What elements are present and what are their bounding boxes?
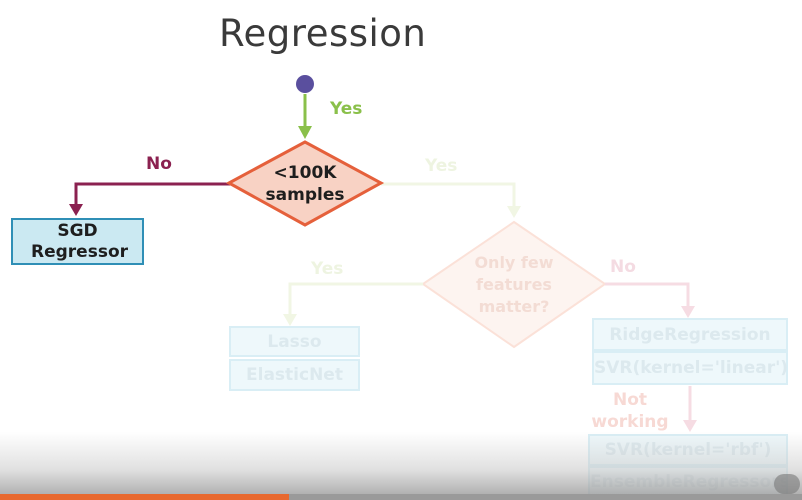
- svr-linear-box: SVR(kernel='linear'): [592, 351, 788, 385]
- svr-rbf-label: SVR(kernel='rbf'): [604, 440, 772, 460]
- player-corner-button[interactable]: [774, 474, 800, 494]
- sgd-regressor-box: SGD Regressor: [11, 218, 144, 265]
- video-progress-fill: [0, 494, 289, 500]
- connector-decision2-no: [605, 282, 690, 308]
- edge-label-decision1-no: No: [146, 154, 172, 174]
- decision1-label: <100K samples: [265, 163, 345, 205]
- ridge-regression-box: RidgeRegression: [592, 318, 788, 351]
- edge-label-decision2-no: No: [610, 257, 636, 277]
- elasticnet-label: ElasticNet: [246, 365, 343, 385]
- sgd-regressor-label: SGD Regressor: [31, 221, 129, 262]
- edge-label-decision1-yes: Yes: [425, 156, 458, 176]
- connector-decision1-no: [74, 182, 231, 206]
- edge-label-not-working: Not working: [591, 390, 669, 432]
- arrowhead-no: [69, 204, 83, 216]
- svr-linear-label: SVR(kernel='linear'): [594, 358, 789, 378]
- arrowhead-d2-yes: [283, 314, 297, 326]
- arrowhead-not-working: [683, 420, 697, 432]
- elasticnet-box: ElasticNet: [229, 359, 360, 391]
- arrowhead-start: [298, 126, 312, 139]
- start-node: [296, 75, 314, 93]
- lasso-box: Lasso: [229, 326, 360, 357]
- arrowhead-d2-no: [681, 306, 695, 318]
- connector-decision1-yes: [381, 182, 516, 208]
- lasso-label: Lasso: [267, 332, 322, 352]
- connector-decision2-yes: [288, 282, 423, 316]
- video-progress-bar[interactable]: [0, 494, 802, 500]
- ensemble-regressors-label: EnsembleRegressors: [590, 472, 788, 492]
- ridge-regression-label: RidgeRegression: [609, 325, 771, 345]
- svr-rbf-box: SVR(kernel='rbf'): [588, 434, 788, 466]
- edge-label-start-yes: Yes: [330, 99, 363, 119]
- edge-label-decision2-yes: Yes: [311, 259, 344, 279]
- arrowhead-d1-yes: [507, 206, 521, 218]
- decision2-label: Only few features matter?: [474, 253, 554, 316]
